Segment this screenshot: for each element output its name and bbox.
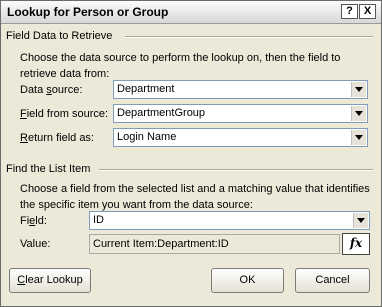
section1-divider [125, 36, 373, 38]
formula-button[interactable]: fx [342, 233, 370, 255]
field-from-source-value: DepartmentGroup [117, 107, 206, 119]
lookup-dialog: Lookup for Person or Group ? X Field Dat… [0, 0, 382, 307]
field-data-group-title: Field Data to Retrieve [6, 30, 113, 42]
chevron-down-icon[interactable] [353, 213, 368, 228]
data-source-value: Department [117, 83, 175, 95]
section2-description: Choose a field from the selected list an… [20, 183, 370, 211]
return-field-label: Return field as: [20, 132, 94, 144]
chevron-down-icon[interactable] [351, 106, 366, 121]
field-label: Field: [20, 215, 47, 227]
field-from-source-label: Field from source: [20, 108, 109, 120]
title-bar: Lookup for Person or Group ? X [1, 1, 381, 24]
clear-lookup-button[interactable]: Clear Lookup [9, 268, 91, 293]
section1-description: Choose the data source to perform the lo… [20, 52, 341, 80]
ok-button[interactable]: OK [211, 268, 284, 293]
field-value: ID [93, 214, 104, 226]
value-text: Current Item:Department:ID [93, 238, 229, 250]
data-source-select[interactable]: Department [113, 80, 368, 99]
data-source-label: Data source: [20, 84, 83, 96]
value-field[interactable]: Current Item:Department:ID [89, 234, 340, 254]
return-field-select[interactable]: Login Name [113, 128, 368, 147]
value-label: Value: [20, 238, 51, 250]
chevron-down-icon[interactable] [351, 130, 366, 145]
return-field-value: Login Name [117, 131, 177, 143]
fx-icon: fx [349, 236, 363, 250]
field-select[interactable]: ID [89, 211, 370, 230]
dialog-title: Lookup for Person or Group [7, 5, 169, 19]
close-button[interactable]: X [359, 4, 376, 19]
find-list-item-group-title: Find the List Item [6, 163, 91, 175]
field-from-source-select[interactable]: DepartmentGroup [113, 104, 368, 123]
help-button[interactable]: ? [341, 4, 358, 19]
section2-divider [99, 169, 373, 171]
cancel-button[interactable]: Cancel [295, 268, 370, 293]
chevron-down-icon[interactable] [351, 82, 366, 97]
